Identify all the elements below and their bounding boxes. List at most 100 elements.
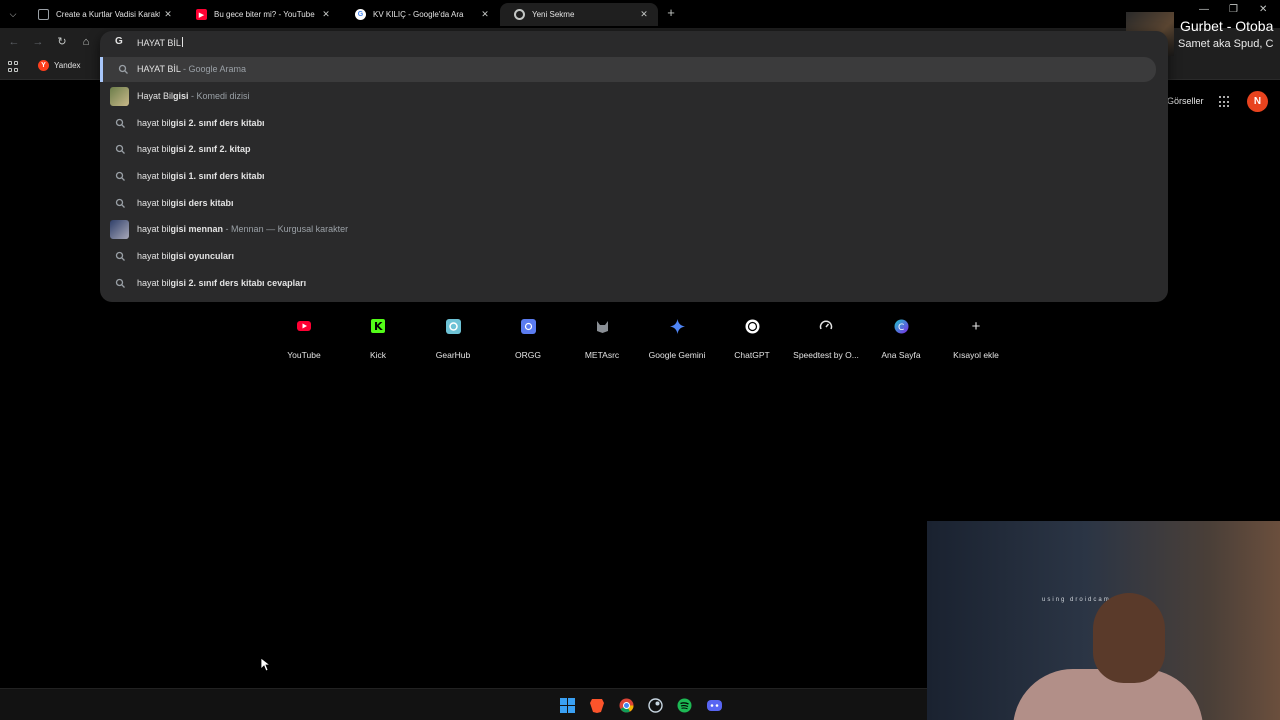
shortcut-youtube[interactable]: YouTube bbox=[264, 312, 344, 360]
media-title: Gurbet - Otoba bbox=[1180, 18, 1274, 34]
close-icon[interactable]: ✕ bbox=[318, 9, 334, 20]
shortcut-label: Kısayol ekle bbox=[953, 350, 999, 360]
tab-search-button[interactable]: ⌵ bbox=[4, 6, 22, 22]
speedtest-icon bbox=[812, 312, 840, 340]
shortcut-gearhub[interactable]: GearHub bbox=[413, 312, 493, 360]
chatgpt-icon bbox=[738, 312, 766, 340]
canva-icon: C bbox=[887, 312, 915, 340]
suggestion-item[interactable]: HAYAT BİL - Google Arama bbox=[100, 57, 1156, 82]
document-icon bbox=[38, 9, 49, 20]
address-value: HAYAT BİL bbox=[137, 38, 181, 48]
tab-new-tab[interactable]: Yeni Sekme ✕ bbox=[500, 3, 658, 26]
suggestion-prefix: HAYAT BİL bbox=[137, 64, 181, 74]
search-icon bbox=[115, 251, 126, 262]
shortcut-label: Google Gemini bbox=[648, 350, 706, 360]
yandex-icon: Y bbox=[38, 60, 49, 71]
tab-google-search[interactable]: G KV KILIÇ - Google'da Ara ✕ bbox=[341, 3, 499, 26]
shortcut-chatgpt[interactable]: ChatGPT bbox=[712, 312, 792, 360]
tab-kurtlar-vadisi[interactable]: Create a Kurtlar Vadisi Karakter ✕ bbox=[24, 3, 182, 26]
suggestion-item[interactable]: hayat bilgisi ders kitabı bbox=[100, 191, 1156, 216]
shortcut-label: GearHub bbox=[435, 350, 471, 360]
search-icon bbox=[115, 171, 126, 182]
suggestion-prefix: Hayat Bil bbox=[137, 91, 174, 101]
taskbar bbox=[0, 688, 927, 720]
tab-title: Bu gece biter mi? - YouTube bbox=[214, 10, 315, 19]
address-input[interactable]: HAYAT BİL bbox=[137, 37, 183, 48]
svg-text:C: C bbox=[898, 323, 904, 333]
shortcut-label: METAsrc bbox=[584, 350, 620, 360]
suggestion-prefix: hayat bil bbox=[137, 251, 171, 261]
suggestion-item[interactable]: hayat bilgisi mennan - Mennan — Kurgusal… bbox=[100, 217, 1156, 242]
search-icon bbox=[115, 144, 126, 155]
suggestion-completion: gisi 2. sınıf 2. kitap bbox=[170, 144, 251, 154]
tab-strip: ⌵ Create a Kurtlar Vadisi Karakter ✕ ▶ B… bbox=[0, 0, 1280, 28]
suggestion-item[interactable]: Hayat Bilgisi - Komedi dizisi bbox=[100, 84, 1156, 109]
orgg-icon bbox=[514, 312, 542, 340]
chrome-icon[interactable] bbox=[618, 697, 634, 713]
metasrc-icon bbox=[588, 312, 616, 340]
spotify-icon[interactable] bbox=[676, 697, 692, 713]
suggestion-description: - Mennan — Kurgusal karakter bbox=[223, 224, 349, 234]
suggestion-completion: gisi mennan bbox=[170, 224, 224, 234]
thumbnail-image bbox=[110, 87, 129, 106]
tab-title: KV KILIÇ - Google'da Ara bbox=[373, 10, 464, 19]
address-bar[interactable]: G HAYAT BİL bbox=[100, 31, 1168, 53]
chrome-icon bbox=[514, 9, 525, 20]
tab-youtube[interactable]: ▶ Bu gece biter mi? - YouTube ✕ bbox=[182, 3, 340, 26]
shortcut-orgg[interactable]: ORGG bbox=[488, 312, 568, 360]
tab-title: Create a Kurtlar Vadisi Karakter bbox=[56, 10, 160, 19]
suggestion-prefix: hayat bil bbox=[137, 144, 171, 154]
text-caret bbox=[181, 37, 183, 47]
close-icon[interactable]: ✕ bbox=[477, 9, 493, 20]
close-icon[interactable]: ✕ bbox=[160, 9, 176, 20]
close-icon[interactable]: ✕ bbox=[636, 9, 652, 20]
google-icon: G bbox=[355, 9, 366, 20]
suggestion-item[interactable]: hayat bilgisi 2. sınıf ders kitabı bbox=[100, 111, 1156, 136]
gemini-icon bbox=[663, 312, 691, 340]
suggestion-completion: gisi ders kitabı bbox=[170, 198, 234, 208]
suggestion-item[interactable]: hayat bilgisi 2. sınıf 2. kitap bbox=[100, 137, 1156, 162]
search-icon bbox=[115, 118, 126, 129]
suggestion-completion: gisi 2. sınıf ders kitabı bbox=[170, 118, 265, 128]
suggestion-completion: gisi bbox=[173, 91, 189, 101]
suggestion-prefix: hayat bil bbox=[137, 224, 171, 234]
search-icon bbox=[115, 278, 126, 289]
suggestion-item[interactable]: hayat bilgisi 1. sınıf ders kitabı bbox=[100, 164, 1156, 189]
google-icon: G bbox=[115, 36, 123, 47]
apps-icon[interactable] bbox=[8, 61, 19, 72]
images-link[interactable]: Görseller bbox=[1167, 96, 1204, 106]
shortcut-label: ORGG bbox=[515, 350, 541, 360]
search-icon bbox=[118, 64, 129, 75]
suggestion-item[interactable]: hayat bilgisi oyuncuları bbox=[100, 244, 1156, 269]
discord-icon[interactable] bbox=[706, 697, 722, 713]
forward-button[interactable]: → bbox=[30, 34, 46, 50]
search-icon bbox=[115, 198, 126, 209]
steam-icon[interactable] bbox=[647, 697, 663, 713]
shortcut-label: Kick bbox=[369, 350, 387, 360]
new-tab-button[interactable]: + bbox=[663, 5, 679, 21]
shortcut-add[interactable]: + Kısayol ekle bbox=[936, 312, 1016, 361]
suggestion-completion: gisi 1. sınıf ders kitabı bbox=[170, 171, 265, 181]
shortcut-metasrc[interactable]: METAsrc bbox=[562, 312, 642, 360]
svg-text:K: K bbox=[374, 320, 383, 333]
shortcut-google-gemini[interactable]: Google Gemini bbox=[637, 312, 717, 360]
back-button[interactable]: ← bbox=[6, 34, 22, 50]
brave-icon[interactable] bbox=[589, 697, 605, 713]
shortcut-kick[interactable]: K Kick bbox=[338, 312, 418, 360]
shortcut-label: YouTube bbox=[287, 350, 321, 360]
reload-button[interactable]: ↻ bbox=[54, 34, 70, 50]
suggestion-completion: gisi 2. sınıf ders kitabı cevapları bbox=[170, 278, 307, 288]
home-button[interactable]: ⌂ bbox=[78, 34, 94, 50]
bookmark-yandex[interactable]: Y Yandex bbox=[38, 60, 81, 71]
shortcut-ana-sayfa[interactable]: C Ana Sayfa bbox=[861, 312, 941, 360]
shortcut-label: Ana Sayfa bbox=[881, 350, 921, 360]
shortcut-speedtest[interactable]: Speedtest by O... bbox=[786, 312, 866, 360]
suggestion-item[interactable]: hayat bilgisi 2. sınıf ders kitabı cevap… bbox=[100, 271, 1156, 296]
google-apps-icon[interactable] bbox=[1219, 96, 1231, 108]
person-head bbox=[1093, 593, 1165, 683]
suggestion-description: - Komedi dizisi bbox=[188, 91, 250, 101]
youtube-icon: ▶ bbox=[196, 9, 207, 20]
windows-start-icon[interactable] bbox=[559, 697, 575, 713]
thumbnail-image bbox=[110, 220, 129, 239]
avatar[interactable]: N bbox=[1247, 91, 1268, 112]
